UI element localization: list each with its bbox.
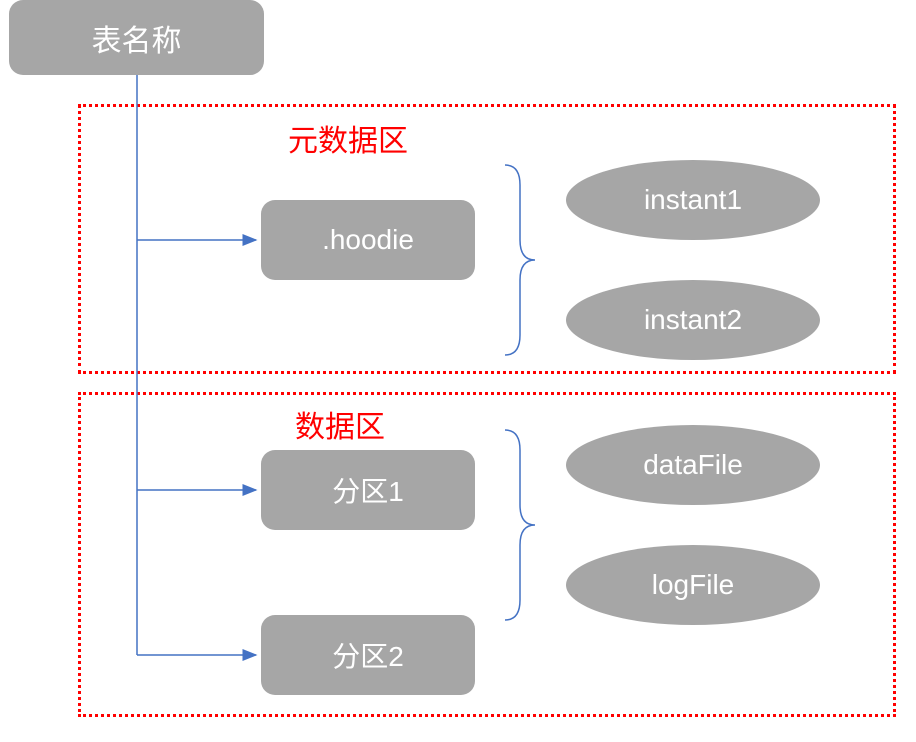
partition2-label: 分区2: [332, 635, 404, 675]
instant1-node: instant1: [566, 160, 820, 240]
partition1-node: 分区1: [261, 450, 475, 530]
hoodie-label: .hoodie: [322, 224, 414, 256]
root-node: 表名称: [9, 0, 264, 75]
brace-metadata: [490, 160, 550, 360]
partition2-node: 分区2: [261, 615, 475, 695]
instant1-label: instant1: [644, 184, 742, 216]
partition1-label: 分区1: [332, 470, 404, 510]
hoodie-node: .hoodie: [261, 200, 475, 280]
root-label: 表名称: [92, 16, 182, 60]
datafile-label: dataFile: [643, 449, 743, 481]
data-region-label: 数据区: [295, 402, 385, 446]
metadata-region-label: 元数据区: [288, 116, 408, 160]
logfile-node: logFile: [566, 545, 820, 625]
instant2-label: instant2: [644, 304, 742, 336]
brace-data: [490, 425, 550, 625]
logfile-label: logFile: [652, 569, 734, 601]
instant2-node: instant2: [566, 280, 820, 360]
datafile-node: dataFile: [566, 425, 820, 505]
